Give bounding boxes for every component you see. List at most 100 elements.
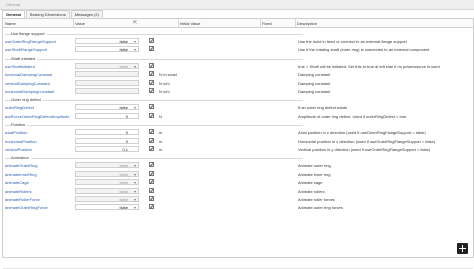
group-label: Animation: [11, 155, 31, 161]
parameter-name-link[interactable]: useShaftFlangeSupport: [5, 47, 75, 52]
column-separator[interactable]: [73, 19, 74, 27]
parameter-value-field[interactable]: false: [75, 38, 139, 44]
column-fixed[interactable]: Fixed: [262, 21, 272, 26]
parameter-name-link[interactable]: torsionalDampingConstant: [5, 72, 75, 77]
edit-icon[interactable]: [149, 104, 154, 110]
edit-icon[interactable]: [149, 179, 154, 185]
group-header: Shaft initiated: [3, 55, 473, 62]
edit-icon[interactable]: [149, 204, 154, 210]
parameter-row: verticalPosition 0.1 m Vertical position in…: [3, 146, 473, 153]
column-initial-value[interactable]: Initial Value: [180, 21, 200, 26]
edit-icon[interactable]: [149, 88, 154, 93]
group-label: Outer ring defect: [11, 97, 43, 103]
chevron-down-icon[interactable]: ▾: [134, 205, 136, 210]
parameter-row: animateOuterRingForce false ▾ Animate outer…: [3, 204, 473, 211]
parameter-row: torsionalDampingConstant N·m·s/rad Damping…: [3, 71, 473, 78]
parameter-unit: m: [159, 138, 163, 144]
group-divider: [5, 100, 303, 102]
parameter-description: Axial position in z direction (used if u…: [298, 130, 426, 136]
edit-icon[interactable]: [149, 79, 154, 85]
parameter-name-link[interactable]: animateCage: [5, 180, 75, 185]
parameter-name-link[interactable]: verticalPosition: [5, 147, 75, 152]
parameter-value-field: [75, 88, 139, 94]
column-value[interactable]: Value: [75, 21, 85, 26]
parameter-description: Animate roller forces: [298, 197, 335, 202]
edit-icon[interactable]: [149, 112, 154, 118]
chevron-down-icon: ▾: [134, 163, 137, 169]
parameter-row: useOuterRingFlangeSupport false ▾ Use the b…: [3, 38, 473, 45]
parameter-value-field[interactable]: false: [75, 104, 139, 111]
parameter-unit: m: [159, 130, 163, 136]
column-name[interactable]: Name: [5, 21, 16, 26]
parameter-value-field[interactable]: 0: [75, 112, 139, 119]
parameter-name-link[interactable]: useOuterRingFlangeSupport: [5, 39, 75, 44]
parameter-value-field: false: [75, 62, 139, 69]
parameter-description: Amplitude of outer ring defect. Used if …: [298, 113, 407, 119]
parameter-row: animateCage false ▾ Animate cage: [3, 179, 473, 186]
edit-icon[interactable]: [149, 170, 154, 176]
parameter-name-link[interactable]: animateInnerRing: [5, 172, 75, 177]
parameter-description: Vertical position in y direction (used i…: [298, 147, 431, 152]
edit-icon[interactable]: [149, 71, 154, 77]
parameter-name-link[interactable]: horizontalPosition: [5, 139, 75, 144]
group-header: Outer ring defect: [3, 97, 473, 103]
parameter-name-link[interactable]: addForceOuterRingDefectAmplitude: [5, 114, 75, 119]
parameter-name-link[interactable]: animateOuterRing: [5, 163, 75, 168]
parameter-unit: m: [159, 147, 163, 152]
parameter-unit: N·s/m: [159, 89, 170, 94]
parameter-row: animateInnerRing false ▾ Animate inner ring: [3, 170, 473, 178]
parameter-name-link[interactable]: axialPosition: [5, 130, 75, 135]
group-divider: [5, 58, 303, 60]
edit-icon[interactable]: [149, 146, 154, 151]
edit-icon[interactable]: [149, 187, 154, 193]
edit-icon[interactable]: [149, 162, 154, 168]
parameter-value-field[interactable]: 0.1: [75, 146, 139, 152]
parameter-row: useShaftInitiated false ▾ true = Shaft will…: [3, 62, 473, 70]
group-divider: [5, 158, 303, 160]
parameter-name-link[interactable]: outerRingDefect: [5, 105, 75, 110]
chevron-down-icon[interactable]: ▾: [134, 39, 136, 44]
edit-icon[interactable]: [149, 129, 154, 135]
chevron-down-icon: ▾: [134, 171, 137, 177]
plus-icon[interactable]: [457, 243, 468, 254]
edit-icon[interactable]: [149, 62, 154, 68]
column-separator[interactable]: [178, 19, 179, 27]
parameter-row: axialPosition 0 m Axial position in z direc…: [3, 129, 473, 136]
parameter-row: animateRollers false ▾ Animate rollers: [3, 187, 473, 195]
group-header: Animation: [3, 155, 473, 161]
parameter-description: Horizontal position in x direction (used…: [298, 138, 436, 144]
parameter-name-link[interactable]: horizontalDampingConstant: [5, 89, 75, 94]
parameter-description: Animate rollers: [298, 188, 325, 194]
parameter-value-field[interactable]: false: [75, 204, 139, 211]
parameter-description: true = Shaft will be initiated. Set this…: [298, 63, 440, 69]
edit-icon[interactable]: [149, 38, 154, 43]
group-header: Use flange support: [3, 31, 473, 37]
parameter-description: Damping constant: [298, 80, 331, 86]
parameter-value-field[interactable]: 0: [75, 129, 139, 136]
group-label: Shaft initiated: [11, 55, 38, 61]
chevron-down-icon[interactable]: ▾: [134, 47, 136, 52]
parameter-name-link[interactable]: verticalDampingConstant: [5, 81, 75, 86]
parameter-value-field: false: [75, 179, 139, 186]
parameter-value-field[interactable]: 0: [75, 137, 139, 144]
chevron-down-icon[interactable]: ▾: [134, 105, 136, 110]
parameter-value-field[interactable]: false: [75, 46, 139, 53]
parameter-name-link[interactable]: animateOuterRingForce: [5, 205, 75, 210]
edit-icon[interactable]: [149, 196, 154, 201]
group-label: Position: [11, 122, 28, 128]
column-separator[interactable]: [295, 19, 296, 27]
parameter-name-link[interactable]: animateRollers: [5, 189, 75, 194]
parameter-value-field: false: [75, 196, 139, 202]
parameter-name-link[interactable]: animateRollerForce: [5, 197, 75, 202]
column-description[interactable]: Description: [297, 21, 317, 26]
parameter-description: Animate cage: [298, 180, 323, 186]
parameter-row: verticalDampingConstant N·s/m Damping cons…: [3, 79, 473, 87]
edit-icon[interactable]: [149, 46, 154, 52]
column-separator[interactable]: [260, 19, 261, 27]
edit-icon[interactable]: [149, 137, 154, 143]
parameter-description: Animate outer ring: [298, 163, 331, 169]
sort-cursor-icon: ⇱: [133, 20, 138, 26]
parameter-value-field: false: [75, 162, 139, 169]
parameter-name-link[interactable]: useShaftInitiated: [5, 64, 75, 69]
parameter-row: animateRollerForce false ▾ Animate roller f…: [3, 196, 473, 203]
